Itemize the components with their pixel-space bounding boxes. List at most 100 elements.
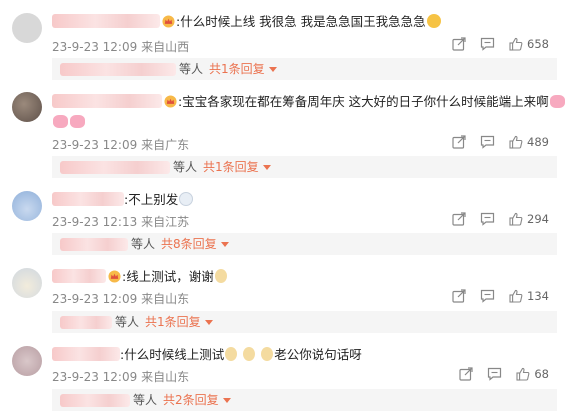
reply-summary: 等人 共8条回复 <box>52 233 557 255</box>
reply-username-blurred[interactable] <box>60 161 170 174</box>
share-icon <box>452 212 466 226</box>
comment-actions: 134 <box>438 289 549 303</box>
avatar[interactable] <box>12 346 42 376</box>
share-button[interactable] <box>452 289 466 303</box>
comment-icon <box>480 289 495 303</box>
avatar[interactable] <box>12 92 42 122</box>
reply-users-suffix: 等人 <box>115 315 140 329</box>
comment-time: 23-9-23 12:09 <box>52 40 138 54</box>
share-button[interactable] <box>459 367 473 381</box>
comment-icon <box>480 37 495 51</box>
chevron-down-icon[interactable] <box>222 398 231 403</box>
comment-location: 来自广东 <box>141 138 190 152</box>
comment-icon <box>480 135 495 149</box>
like-count: 68 <box>534 367 549 381</box>
comment-icon <box>488 367 502 381</box>
username-blurred[interactable] <box>52 192 124 206</box>
reply-username-blurred[interactable] <box>60 63 176 76</box>
expand-replies-link[interactable]: 共2条回复 <box>163 393 219 407</box>
comment-meta: 23-9-23 12:09 来自山东 <box>52 368 189 385</box>
comment-button[interactable] <box>480 212 495 226</box>
like-button[interactable]: 294 <box>509 212 549 226</box>
share-icon <box>452 37 466 51</box>
reply-summary: 等人 共1条回复 <box>52 311 557 333</box>
comment-button[interactable] <box>480 289 495 303</box>
reply-users-suffix: 等人 <box>173 160 198 174</box>
comment-icon <box>480 212 495 226</box>
reply-summary: 等人 共1条回复 <box>52 156 557 178</box>
reply-users-suffix: 等人 <box>131 237 156 251</box>
username-blurred[interactable] <box>52 14 160 28</box>
expand-replies-link[interactable]: 共1条回复 <box>145 315 201 329</box>
comment-text: :宝宝各家现在都在筹备周年庆 这大好的日子你什么时候能端上来啊 <box>178 94 549 109</box>
crown-badge-icon <box>108 270 121 283</box>
pig-emoji-icon <box>549 95 565 108</box>
comment-location: 来自山西 <box>141 40 190 54</box>
thumbs-up-icon <box>509 212 523 226</box>
comment-button[interactable] <box>480 135 495 149</box>
comment-actions: 294 <box>438 212 549 226</box>
avatar[interactable] <box>12 191 42 221</box>
chevron-down-icon[interactable] <box>220 242 229 247</box>
reply-username-blurred[interactable] <box>60 394 130 407</box>
comment-text: :线上测试，谢谢 <box>122 269 214 284</box>
like-button[interactable]: 658 <box>509 37 549 51</box>
chevron-down-icon[interactable] <box>268 67 277 72</box>
reply-username-blurred[interactable] <box>60 238 128 251</box>
doll-emoji-icon <box>225 347 238 361</box>
username-blurred[interactable] <box>52 94 162 108</box>
username-blurred[interactable] <box>52 347 120 361</box>
chevron-down-icon[interactable] <box>204 320 213 325</box>
expand-replies-link[interactable]: 共1条回复 <box>203 160 259 174</box>
chevron-down-icon[interactable] <box>262 165 271 170</box>
crown-badge-icon <box>164 95 177 108</box>
like-button[interactable]: 68 <box>516 367 549 381</box>
comment-location: 来自江苏 <box>141 215 190 229</box>
pig-emoji-icon <box>53 115 68 128</box>
comment-location: 来自山东 <box>141 292 190 306</box>
share-icon <box>459 367 473 381</box>
expand-replies-link[interactable]: 共8条回复 <box>161 237 217 251</box>
comment-meta: 23-9-23 12:09 来自广东 <box>52 136 189 153</box>
doll-emoji-icon <box>261 347 274 361</box>
doll-emoji-icon <box>214 269 227 283</box>
comment-time: 23-9-23 12:09 <box>52 370 138 384</box>
thumbs-up-icon <box>509 289 523 303</box>
thumbs-up-icon <box>509 37 523 51</box>
ghost-emoji-icon <box>179 192 194 206</box>
comment-actions: 658 <box>438 37 549 51</box>
reply-summary: 等人 共2条回复 <box>52 389 557 411</box>
comment-text: :不上别发 <box>124 192 179 207</box>
comment-location: 来自山东 <box>141 370 190 384</box>
comment-text-tail: 老公你说句话呀 <box>274 347 362 362</box>
comment-button[interactable] <box>487 367 502 381</box>
share-icon <box>452 289 466 303</box>
reply-users-suffix: 等人 <box>179 62 204 76</box>
expand-replies-link[interactable]: 共1条回复 <box>209 62 265 76</box>
like-count: 134 <box>527 289 549 303</box>
thumbs-up-icon <box>516 367 530 381</box>
share-button[interactable] <box>452 135 466 149</box>
like-button[interactable]: 489 <box>509 135 549 149</box>
reply-username-blurred[interactable] <box>60 316 112 329</box>
comment-time: 23-9-23 12:09 <box>52 138 138 152</box>
like-button[interactable]: 134 <box>509 289 549 303</box>
share-button[interactable] <box>452 212 466 226</box>
like-count: 658 <box>527 37 549 51</box>
like-count: 294 <box>527 212 549 226</box>
username-blurred[interactable] <box>52 269 106 283</box>
pig-emoji-icon <box>70 115 85 128</box>
avatar[interactable] <box>12 268 42 298</box>
avatar[interactable] <box>12 13 42 43</box>
reply-summary: 等人 共1条回复 <box>52 58 557 80</box>
like-count: 489 <box>527 135 549 149</box>
comment-meta: 23-9-23 12:09 来自山西 <box>52 38 189 55</box>
reply-users-suffix: 等人 <box>133 393 158 407</box>
crown-badge-icon <box>162 15 175 28</box>
comment-meta: 23-9-23 12:13 来自江苏 <box>52 213 189 230</box>
comment-button[interactable] <box>480 37 495 51</box>
comment-meta: 23-9-23 12:09 来自山东 <box>52 290 189 307</box>
thumbs-up-icon <box>509 135 523 149</box>
comment-actions: 68 <box>445 367 549 381</box>
share-button[interactable] <box>452 37 466 51</box>
